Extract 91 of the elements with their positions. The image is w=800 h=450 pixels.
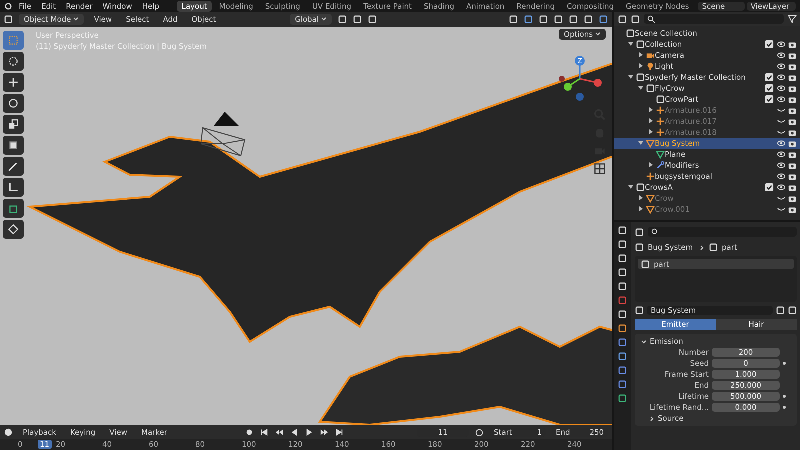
- play-icon: [304, 428, 314, 436]
- jump-end-icon: [334, 428, 344, 436]
- keyframe-dot-icon[interactable]: [783, 406, 786, 409]
- expanded-arrow-icon[interactable]: [638, 140, 644, 146]
- collapsed-arrow-icon[interactable]: [648, 118, 654, 124]
- expanded-arrow-icon[interactable]: [628, 74, 634, 80]
- camera-icon: [788, 139, 797, 148]
- camera-icon: [788, 117, 797, 126]
- eye-icon: [777, 40, 786, 49]
- caret-icon: [321, 16, 327, 22]
- collapsed-arrow-icon[interactable]: [638, 194, 644, 200]
- eye-icon: [777, 183, 786, 192]
- eye-icon: [777, 84, 786, 93]
- rendered-shading-icon: [599, 15, 608, 24]
- camera-icon: [788, 40, 797, 49]
- eye-icon: [777, 161, 786, 170]
- camera-icon: [788, 205, 797, 214]
- figure-icon: [656, 128, 665, 137]
- eye-icon: [777, 62, 786, 71]
- particle-tool-button[interactable]: [3, 220, 24, 239]
- particle-icon: [8, 224, 19, 235]
- checked-checkbox-icon: [765, 40, 774, 49]
- collapsed-arrow-icon[interactable]: [638, 62, 644, 68]
- annotate-icon: [8, 161, 19, 172]
- play-reverse-icon: [290, 428, 299, 436]
- cursor-tool-button[interactable]: [3, 52, 24, 71]
- move-icon: [8, 77, 19, 88]
- checked-checkbox-icon: [765, 95, 774, 104]
- measure-icon: [8, 182, 19, 193]
- next-keyframe-icon: [320, 428, 329, 436]
- camera-icon: [788, 128, 797, 137]
- record-icon: [244, 428, 254, 436]
- camera-icon: [788, 95, 797, 104]
- camera-icon: [788, 51, 797, 60]
- annotate-tool-button[interactable]: [3, 157, 24, 176]
- camera-icon: [646, 51, 655, 60]
- collapsed-arrow-icon[interactable]: [638, 206, 644, 212]
- jump-start-icon: [260, 428, 269, 436]
- expanded-arrow-icon[interactable]: [638, 84, 644, 90]
- grid-icon: [594, 163, 606, 175]
- rotate-icon: [8, 98, 19, 109]
- collapsed-arrow-icon[interactable]: [648, 106, 654, 112]
- camera-icon: [788, 62, 797, 71]
- axes-icon: [646, 172, 655, 181]
- camera-icon: [788, 84, 797, 93]
- transform-tool-button[interactable]: [3, 136, 24, 155]
- checked-checkbox-icon: [765, 73, 774, 82]
- scale-tool-button[interactable]: [3, 115, 24, 134]
- prev-keyframe-icon: [274, 428, 284, 436]
- search-field[interactable]: [644, 14, 784, 24]
- add-cube-tool-button[interactable]: [3, 199, 24, 218]
- transform-icon: [8, 140, 19, 151]
- wrench-icon: [656, 161, 665, 170]
- eye-icon: [777, 172, 786, 181]
- camera-icon: [788, 150, 797, 159]
- camera-icon: [788, 106, 797, 115]
- camera-icon: [788, 194, 797, 203]
- expanded-arrow-icon[interactable]: [628, 184, 634, 190]
- chevron-right-icon: [699, 244, 706, 250]
- cursor-icon: [8, 56, 19, 67]
- collapsed-arrow-icon[interactable]: [648, 162, 654, 168]
- figure-icon: [656, 117, 665, 126]
- select-icon: [8, 35, 19, 46]
- measure-tool-button[interactable]: [3, 178, 24, 197]
- checked-checkbox-icon: [765, 183, 774, 192]
- add-cube-icon: [8, 203, 19, 214]
- scale-icon: [8, 119, 19, 130]
- figure-icon: [656, 106, 665, 115]
- expanded-arrow-icon[interactable]: [628, 40, 634, 46]
- eye-icon: [777, 139, 786, 148]
- checked-checkbox-icon: [765, 84, 774, 93]
- eye-icon: [777, 51, 786, 60]
- keyframe-dot-icon[interactable]: [783, 362, 786, 365]
- camera-icon: [788, 183, 797, 192]
- camera-wireframe-drawing: [201, 112, 247, 158]
- camera-icon: [788, 161, 797, 170]
- search-field[interactable]: [648, 227, 797, 237]
- caret-icon: [595, 31, 601, 37]
- eye-icon: [777, 95, 786, 104]
- eye-icon: [777, 150, 786, 159]
- move-tool-button[interactable]: [3, 73, 24, 92]
- eye-icon: [777, 73, 786, 82]
- keyframe-dot-icon[interactable]: [783, 395, 786, 398]
- bulb-icon: [646, 62, 655, 71]
- collapsed-arrow-icon[interactable]: [648, 128, 654, 134]
- camera-icon: [788, 172, 797, 181]
- caret-icon: [73, 16, 80, 22]
- filter-icon: [788, 14, 797, 24]
- collapsed-arrow-icon[interactable]: [638, 52, 644, 58]
- camera-icon: [788, 73, 797, 82]
- rotate-tool-button[interactable]: [3, 94, 24, 113]
